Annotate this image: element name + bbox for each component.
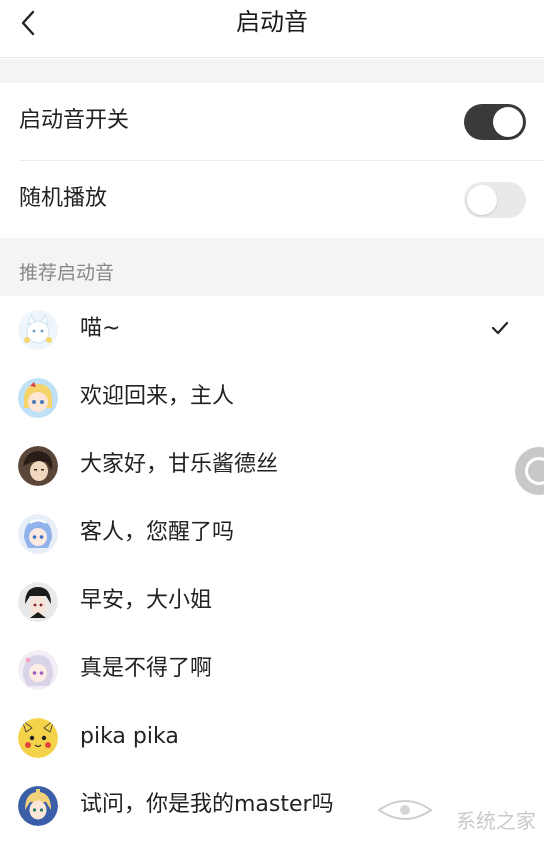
checkmark-icon [491,321,509,335]
blue-hair-maid-avatar-icon [18,514,58,554]
silver-hair-girl-avatar-icon [18,650,58,690]
sound-item-label: 欢迎回来，主人 [80,384,235,409]
sound-item-pika-pika[interactable]: pika pika [0,704,544,772]
startup-sound-row: 启动音开关 [0,83,544,160]
sound-item-guest-awake[interactable]: 客人，您醒了吗 [0,500,544,568]
blonde-girl-avatar-icon [18,378,58,418]
random-play-row: 随机播放 [0,161,544,238]
watermark-logo-icon [377,800,433,820]
pikachu-avatar-icon [18,718,58,758]
watermark-text: 系统之家 [456,811,536,833]
sound-item-meow[interactable]: 喵~ [0,296,544,364]
cat-avatar-icon [18,310,58,350]
sound-item-label: 客人，您醒了吗 [80,520,235,545]
toggle-knob [467,185,497,215]
sound-item-welcome-back[interactable]: 欢迎回来，主人 [0,364,544,432]
sound-item-label: pika pika [80,724,179,749]
startup-sound-toggle[interactable] [464,104,526,140]
recommended-section-header: 推荐启动音 [0,238,544,296]
sound-item-label: 早安，大小姐 [80,588,213,613]
random-play-toggle[interactable] [464,182,526,218]
top-bar: 启动音 [0,0,544,58]
assist-ring-icon [525,457,544,485]
sound-item-label: 真是不得了啊 [80,656,213,681]
dark-hair-character-avatar-icon [18,446,58,486]
sound-item-amazing[interactable]: 真是不得了啊 [0,636,544,704]
sound-item-hello-everyone[interactable]: 大家好，甘乐酱德丝 [0,432,544,500]
random-play-label: 随机播放 [19,186,108,211]
sound-list: 喵~ 欢迎回来，主人 大家好，甘乐酱德丝 客人，您醒了吗 早安，大小姐 真是不得… [0,296,544,840]
butler-avatar-icon [18,582,58,622]
sound-item-good-morning-miss[interactable]: 早安，大小姐 [0,568,544,636]
saber-avatar-icon [18,786,58,826]
sound-item-label: 大家好，甘乐酱德丝 [80,452,279,477]
page-title: 启动音 [236,8,308,36]
toggle-knob [493,107,523,137]
startup-sound-label: 启动音开关 [19,108,130,133]
sound-item-label: 试问，你是我的master吗 [80,792,334,817]
sound-item-label: 喵~ [80,316,121,341]
recommended-section-label: 推荐启动音 [19,262,115,284]
section-spacer [0,59,544,83]
